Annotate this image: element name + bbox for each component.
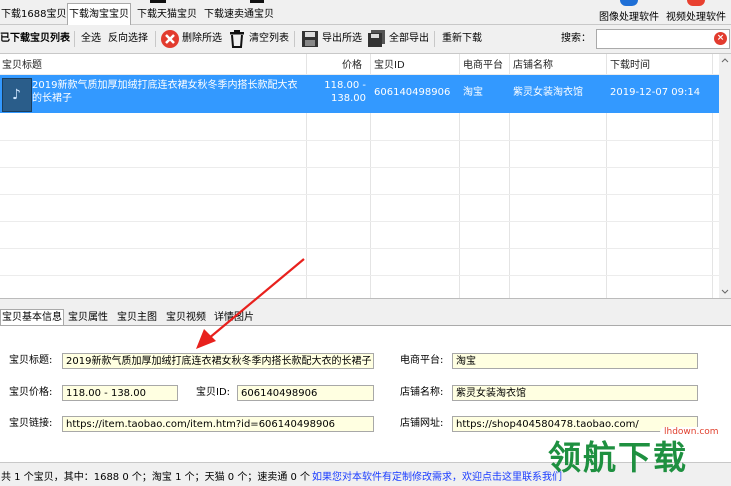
row-divider	[0, 194, 731, 195]
tab-basic-info[interactable]: 宝贝基本信息	[0, 309, 64, 325]
search-input[interactable]: ×	[596, 29, 730, 49]
item-grid[interactable]: 宝贝标题 价格 宝贝ID 电商平台 店铺名称 下载时间 2019新款气质加厚加绒…	[0, 54, 731, 299]
status-counts: 共 1 个宝贝，其中：1688 0 个；淘宝 1 个；天猫 0 个；速卖通 0 …	[1, 472, 311, 483]
tab-download-1688[interactable]: 下载1688宝贝	[0, 5, 67, 24]
row-shop: 紫灵女装淘衣馆	[513, 87, 583, 98]
downloaded-list-label: 已下载宝贝列表	[0, 33, 70, 44]
row-title: 2019新款气质加厚加绒打底连衣裙女秋冬季内搭长款配大衣的长裙子	[32, 80, 298, 104]
link-label: 宝贝链接:	[9, 418, 53, 429]
column-header-price[interactable]: 价格	[342, 58, 362, 74]
toolbar-divider	[74, 31, 75, 47]
row-price-line1: 118.00 -	[324, 80, 366, 91]
row-divider	[0, 221, 731, 222]
id-label: 宝贝ID:	[196, 387, 231, 398]
tab-icon-strip	[150, 0, 166, 3]
column-header-time[interactable]: 下载时间	[610, 58, 650, 74]
image-software-button[interactable]: 图像处理软件	[598, 0, 660, 23]
toolbar-divider	[294, 31, 295, 47]
save-all-icon	[368, 30, 385, 47]
tab-download-taobao[interactable]: 下载淘宝宝贝	[67, 3, 131, 25]
price-label: 宝贝价格:	[9, 387, 53, 398]
top-tab-bar: 下载1688宝贝 下载淘宝宝贝 下载天猫宝贝 下载速卖通宝贝 图像处理软件 视频…	[0, 0, 731, 25]
video-software-label: 视频处理软件	[666, 12, 726, 23]
table-row[interactable]: 2019新款气质加厚加绒打底连衣裙女秋冬季内搭长款配大衣的长裙子 118.00 …	[0, 75, 731, 113]
row-divider	[0, 275, 731, 276]
platform-field[interactable]: 淘宝	[452, 353, 698, 369]
column-header-title[interactable]: 宝贝标题	[2, 58, 42, 74]
title-field[interactable]: 2019新款气质加厚加绒打底连衣裙女秋冬季内搭长款配大衣的长裙子	[62, 353, 374, 369]
save-icon	[302, 31, 318, 47]
row-platform: 淘宝	[463, 87, 483, 98]
invert-selection-button[interactable]: 反向选择	[108, 30, 148, 48]
select-all-button[interactable]: 全选	[81, 30, 101, 48]
export-all-label: 全部导出	[389, 33, 429, 44]
row-time: 2019-12-07 09:14	[610, 87, 701, 98]
column-header-platform[interactable]: 电商平台	[463, 58, 503, 74]
tab-icon-strip	[250, 0, 264, 3]
toolbar-divider	[155, 31, 156, 47]
shop-name-field[interactable]: 紫灵女装淘衣馆	[452, 385, 698, 401]
price-field[interactable]: 118.00 - 138.00	[62, 385, 178, 401]
scroll-arrows	[721, 58, 729, 294]
image-software-icon	[620, 0, 638, 6]
annotation-arrow-icon	[196, 258, 305, 349]
row-divider	[0, 248, 731, 249]
column-header-shop[interactable]: 店铺名称	[513, 58, 553, 74]
id-field[interactable]: 606140498906	[237, 385, 374, 401]
vertical-scrollbar[interactable]	[719, 54, 731, 298]
video-software-icon	[687, 0, 705, 6]
toolbar: 已下载宝贝列表 全选 反向选择 删除所选 清空列表 导出所选 全部导出 重新下载…	[0, 25, 731, 54]
search-label: 搜索：	[561, 33, 591, 44]
title-label: 宝贝标题:	[9, 355, 53, 366]
tab-download-aliexpress[interactable]: 下载速卖通宝贝	[203, 5, 275, 24]
row-price-line2: 138.00	[331, 93, 366, 104]
export-selected-label: 导出所选	[322, 33, 362, 44]
tab-main-images[interactable]: 宝贝主图	[115, 309, 159, 326]
row-id: 606140498906	[374, 87, 451, 98]
image-software-label: 图像处理软件	[599, 12, 659, 23]
delete-selected-label: 删除所选	[182, 33, 222, 44]
tab-attributes[interactable]: 宝贝属性	[66, 309, 110, 326]
link-field[interactable]: https://item.taobao.com/item.htm?id=6061…	[62, 416, 374, 432]
row-price: 118.00 - 138.00	[308, 79, 366, 105]
detail-tab-bar: 宝贝基本信息 宝贝属性 宝贝主图 宝贝视频 详情图片	[0, 309, 731, 325]
item-thumbnail: ♪	[2, 78, 32, 112]
delete-icon	[161, 30, 179, 48]
redownload-button[interactable]: 重新下载	[442, 30, 482, 48]
tab-download-tmall[interactable]: 下载天猫宝贝	[136, 5, 198, 24]
watermark-url: lhdown.com	[660, 427, 723, 437]
clear-list-label: 清空列表	[249, 33, 289, 44]
shop-url-label: 店铺网址:	[400, 418, 444, 429]
watermark-logo: 领航下载	[548, 438, 688, 477]
shop-name-label: 店铺名称:	[400, 387, 444, 398]
trash-icon	[230, 30, 244, 48]
video-software-button[interactable]: 视频处理软件	[664, 0, 728, 23]
row-divider	[0, 167, 731, 168]
toolbar-divider	[434, 31, 435, 47]
platform-label: 电商平台:	[400, 355, 444, 366]
contact-link[interactable]: 如果您对本软件有定制修改需求，欢迎点击这里联系我们	[312, 468, 562, 483]
row-divider	[0, 140, 731, 141]
clear-search-icon[interactable]: ×	[714, 32, 727, 45]
column-header-id[interactable]: 宝贝ID	[374, 58, 405, 74]
